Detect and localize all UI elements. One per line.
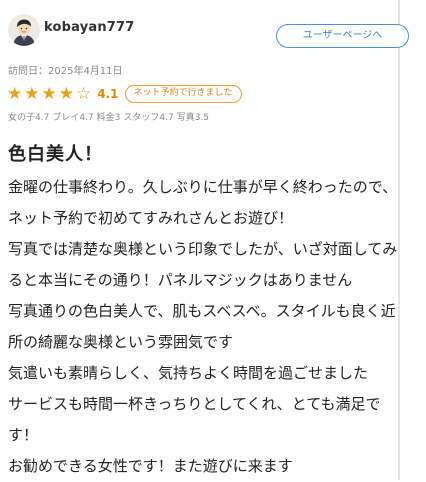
star-filled-icon: ★ (24, 84, 40, 104)
review-line: 写真では清楚な奥様という印象でしたが、いざ対面してみ (8, 240, 398, 258)
review-line: 金曜の仕事終わり。久しぶりに仕事が早く終わったので、 (8, 178, 398, 196)
review-line: す！ (8, 426, 39, 444)
reviewer-username[interactable]: kobayan777 (44, 20, 135, 35)
sub-score-staff: スタッフ4.7 (123, 113, 174, 123)
review-line: 写真通りの色白美人で、肌もスベスベ。スタイルも良く近 (8, 302, 396, 320)
review-line: ネット予約で初めてすみれさんとお遊び！ (8, 209, 294, 227)
review-title: 色白美人！ (8, 144, 103, 165)
reservation-badge: ネット予約で行きました (124, 85, 242, 103)
review-line: サービスも時間一杯きっちりとしてくれ、とても満足で (8, 395, 381, 413)
rating-row: ★ ★ ★ ★ ☆ 4.1 ネット予約で行きました (7, 83, 242, 105)
sub-scores: 女の子4.7 プレイ4.7 料金3 スタッフ4.7 写真3.5 (8, 110, 212, 123)
avatar-icon (8, 14, 40, 46)
review-line: お勧めできる女性です！また遊びに来ます (8, 457, 293, 475)
star-filled-icon: ★ (58, 84, 74, 104)
star-filled-icon: ★ (7, 84, 23, 104)
sub-score-photo: 写真3.5 (176, 113, 210, 123)
visit-date: 訪問日：2025年4月11日 (8, 66, 123, 77)
review-body: 金曜の仕事終わり。久しぶりに仕事が早く終わったので、 ネット予約で初めてすみれさ… (8, 172, 416, 482)
avatar[interactable] (8, 14, 40, 46)
reviewer-header: kobayan777 ユーザーページへ (8, 14, 412, 52)
review-line: ると本当にその通り！パネルマジックはありません (8, 271, 353, 289)
rating-score: 4.1 (97, 87, 119, 101)
sub-score-play: プレイ4.7 (52, 113, 94, 123)
user-page-button[interactable]: ユーザーページへ (276, 24, 409, 48)
review-line: 気遣いも素晴らしく、気持ちよく時間を過ごせました (8, 364, 369, 382)
star-empty-icon: ☆ (76, 84, 92, 104)
star-filled-icon: ★ (41, 84, 57, 104)
review-line: 所の綺麗な奥様という雰囲気です (8, 333, 234, 351)
sub-score-price: 料金3 (96, 113, 121, 123)
sub-score-girl: 女の子4.7 (8, 113, 50, 123)
